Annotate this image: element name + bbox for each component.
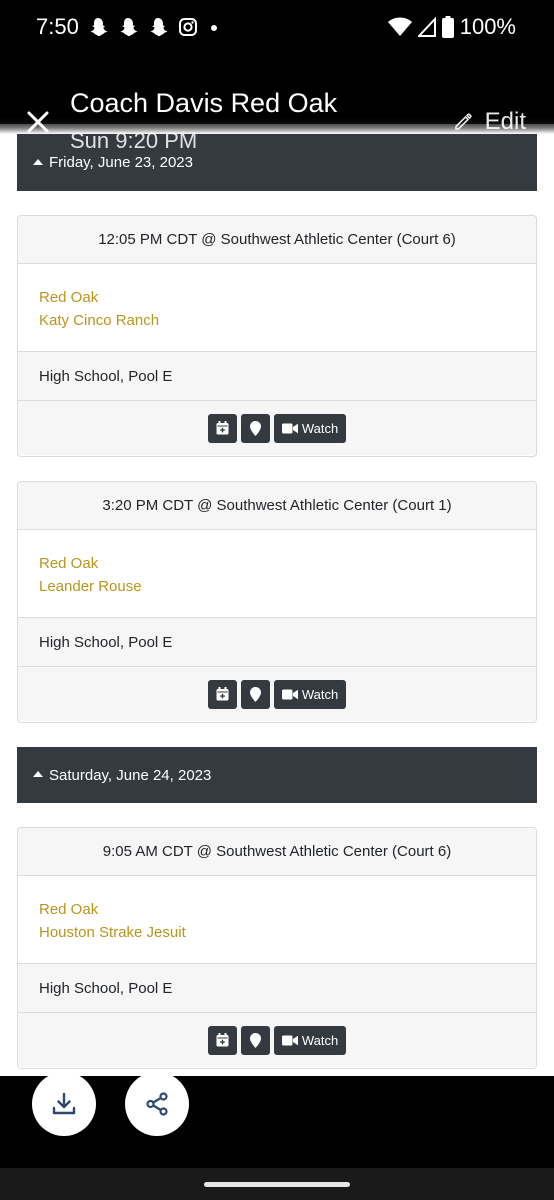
game-division: High School, Pool E	[18, 352, 536, 401]
download-icon	[52, 1092, 76, 1115]
cellular-signal-icon	[417, 17, 436, 37]
snapchat-notification-icon	[90, 18, 108, 37]
video-camera-icon	[281, 689, 298, 699]
team-link[interactable]: Red Oak	[39, 552, 536, 575]
game-card: 9:05 AM CDT @ Southwest Athletic Center …	[17, 827, 537, 1069]
battery-icon	[441, 16, 454, 38]
game-actions: Watch	[18, 401, 536, 455]
team-link[interactable]: Red Oak	[39, 286, 536, 309]
video-camera-icon	[281, 423, 298, 433]
day-label: Saturday, June 24, 2023	[49, 766, 212, 784]
map-pin-icon	[249, 420, 261, 436]
wifi-icon	[387, 17, 412, 36]
watch-button[interactable]: Watch	[273, 1025, 347, 1055]
status-right: 100%	[387, 14, 516, 40]
watch-button[interactable]: Watch	[273, 413, 347, 443]
add-to-calendar-button[interactable]	[207, 413, 237, 443]
watch-label: Watch	[301, 686, 339, 702]
page-subtitle: Sun 9:20 PM	[70, 128, 198, 153]
edit-button[interactable]: Edit	[453, 108, 526, 136]
team-link[interactable]: Katy Cinco Ranch	[39, 309, 536, 332]
battery-percentage: 100%	[459, 14, 516, 39]
team-link[interactable]: Red Oak	[39, 898, 536, 921]
calendar-add-icon	[216, 421, 229, 435]
video-camera-icon	[281, 1035, 298, 1045]
location-button[interactable]	[240, 413, 270, 443]
share-button[interactable]	[125, 1072, 189, 1136]
snapchat-notification-icon	[120, 18, 138, 37]
schedule-content[interactable]: Friday, June 23, 2023 12:05 PM CDT @ Sou…	[0, 124, 554, 1076]
watch-label: Watch	[301, 420, 339, 436]
game-teams: Red Oak Leander Rouse	[18, 530, 536, 618]
day-label: Friday, June 23, 2023	[49, 154, 193, 171]
game-time-location: 3:20 PM CDT @ Southwest Athletic Center …	[18, 482, 536, 530]
game-time-location: 12:05 PM CDT @ Southwest Athletic Center…	[18, 216, 536, 264]
pencil-icon	[454, 113, 472, 130]
day-header[interactable]: Saturday, June 24, 2023	[17, 747, 537, 803]
game-card: 3:20 PM CDT @ Southwest Athletic Center …	[17, 481, 537, 723]
game-division: High School, Pool E	[18, 618, 536, 667]
location-button[interactable]	[240, 679, 270, 709]
game-time-location: 9:05 AM CDT @ Southwest Athletic Center …	[18, 828, 536, 876]
game-division: High School, Pool E	[18, 964, 536, 1013]
add-to-calendar-button[interactable]	[207, 679, 237, 709]
share-icon	[146, 1092, 168, 1116]
home-gesture-pill[interactable]	[204, 1182, 350, 1187]
add-to-calendar-button[interactable]	[207, 1025, 237, 1055]
app-bar: Coach Davis Red Oak Sun 9:20 PM Edit	[0, 56, 554, 153]
map-pin-icon	[249, 686, 261, 702]
game-actions: Watch	[18, 1013, 536, 1067]
game-teams: Red Oak Houston Strake Jesuit	[18, 876, 536, 964]
phone-screen: 7:50 100% Friday, June 23, 2023 12:05 PM…	[0, 0, 554, 1200]
team-link[interactable]: Houston Strake Jesuit	[39, 921, 536, 944]
watch-label: Watch	[301, 1032, 339, 1048]
location-button[interactable]	[240, 1025, 270, 1055]
close-icon[interactable]	[24, 108, 52, 136]
team-link[interactable]: Leander Rouse	[39, 575, 536, 598]
calendar-add-icon	[216, 1033, 229, 1047]
edit-label: Edit	[484, 108, 526, 135]
game-actions: Watch	[18, 667, 536, 721]
calendar-add-icon	[216, 687, 229, 701]
collapse-caret-icon	[33, 771, 43, 777]
system-navigation-bar	[0, 1168, 554, 1200]
download-button[interactable]	[32, 1072, 96, 1136]
watch-button[interactable]: Watch	[273, 679, 347, 709]
game-card: 12:05 PM CDT @ Southwest Athletic Center…	[17, 215, 537, 457]
instagram-notification-icon	[179, 18, 197, 36]
collapse-caret-icon	[33, 158, 43, 165]
more-notifications-dot-icon	[211, 25, 217, 31]
snapchat-notification-icon	[150, 18, 168, 37]
game-teams: Red Oak Katy Cinco Ranch	[18, 264, 536, 352]
status-time: 7:50	[36, 14, 79, 39]
page-title: Coach Davis Red Oak	[70, 88, 338, 118]
map-pin-icon	[249, 1032, 261, 1048]
status-bar: 7:50 100%	[0, 0, 554, 56]
